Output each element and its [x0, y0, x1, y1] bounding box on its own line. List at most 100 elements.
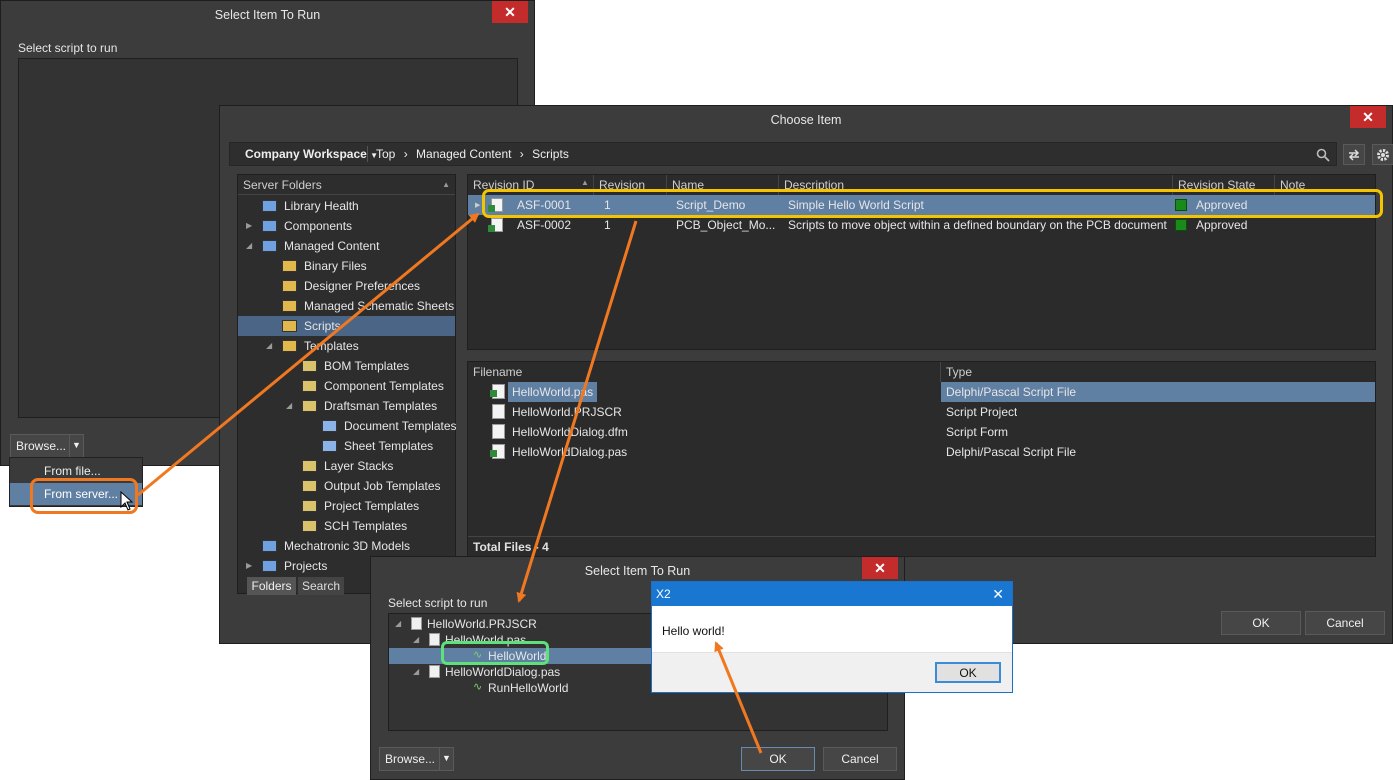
file-row[interactable]: HelloWorldDialog.dfm Script Form — [468, 422, 1375, 442]
browse-button[interactable]: Browse... ▼ — [10, 434, 84, 458]
breadcrumb-managed-content[interactable]: Managed Content — [416, 147, 511, 161]
folder-item[interactable]: Managed Schematic Sheets — [238, 296, 455, 316]
folder-item[interactable]: Component Templates — [238, 376, 455, 396]
folder-label: Component Templates — [324, 379, 444, 393]
file-row[interactable]: HelloWorldDialog.pas Delphi/Pascal Script… — [468, 442, 1375, 462]
folder-item[interactable]: ◢ Draftsman Templates — [238, 396, 455, 416]
helloworld-highlight — [441, 641, 549, 665]
file-type: Delphi/Pascal Script File — [946, 385, 1077, 399]
folder-item[interactable]: Output Job Templates — [238, 476, 455, 496]
folder-label: Binary Files — [304, 259, 367, 273]
script-tree-label: RunHelloWorld — [488, 681, 569, 695]
breadcrumb: Top › Managed Content › Scripts — [376, 143, 569, 165]
expand-toggle-icon[interactable]: ◢ — [266, 341, 272, 350]
expand-toggle-icon[interactable]: ◢ — [286, 401, 292, 410]
chevron-down-icon[interactable]: ▼ — [439, 748, 453, 770]
folder-item[interactable]: Mechatronic 3D Models — [238, 536, 455, 556]
folder-item[interactable]: Document Templates — [238, 416, 457, 436]
folder-icon — [282, 300, 297, 312]
folder-item[interactable]: BOM Templates — [238, 356, 455, 376]
folder-label: Managed Content — [284, 239, 380, 253]
cancel-button[interactable]: Cancel — [823, 747, 897, 771]
folder-item[interactable]: ◢ Templates — [238, 336, 455, 356]
script-procedure-icon: ∿ — [473, 681, 483, 693]
folder-label: Document Templates — [344, 419, 457, 433]
folder-item[interactable]: SCH Templates — [238, 516, 455, 536]
folder-item[interactable]: Binary Files — [238, 256, 455, 276]
folder-label: Templates — [304, 339, 359, 353]
folder-label: BOM Templates — [324, 359, 410, 373]
close-button[interactable]: ✕ — [492, 1, 528, 23]
folder-icon — [282, 280, 297, 292]
pascal-file-icon — [429, 665, 440, 678]
file-row[interactable]: HelloWorld.PRJSCR Script Project — [468, 402, 1375, 422]
pascal-file-icon — [490, 444, 505, 459]
item-row-highlight — [482, 189, 1383, 218]
expand-toggle-icon[interactable]: ◢ — [413, 667, 419, 676]
expand-toggle-icon[interactable]: ▶ — [246, 561, 252, 570]
folder-item[interactable]: Designer Preferences — [238, 276, 455, 296]
tab-folders[interactable]: Folders — [247, 577, 296, 595]
message-ok-button[interactable]: OK — [935, 662, 1001, 683]
ok-button[interactable]: OK — [1221, 611, 1301, 635]
item-description: Scripts to move object within a defined … — [788, 218, 1167, 232]
settings-button[interactable] — [1372, 144, 1393, 165]
folder-icon — [302, 400, 317, 412]
col-type[interactable]: Type — [941, 362, 1375, 382]
item-state: Approved — [1196, 218, 1248, 232]
expand-toggle-icon[interactable]: ▶ — [475, 201, 480, 209]
document-icon — [492, 424, 505, 439]
col-filename[interactable]: Filename — [468, 362, 941, 382]
folder-icon — [282, 260, 297, 272]
breadcrumb-scripts[interactable]: Scripts — [532, 147, 569, 161]
message-box-title: X2 — [656, 587, 671, 601]
browse-label: Browse... — [16, 439, 67, 453]
browse-button[interactable]: Browse... ▼ — [379, 747, 454, 771]
tab-search[interactable]: Search — [298, 577, 344, 595]
folder-item[interactable]: Scripts — [238, 316, 455, 336]
expand-toggle-icon[interactable]: ▶ — [246, 221, 252, 230]
sort-up-icon: ▲ — [442, 180, 450, 189]
chevron-right-icon: › — [519, 147, 524, 161]
folder-item[interactable]: Library Health — [238, 196, 455, 216]
refresh-button[interactable] — [1343, 144, 1365, 165]
script-tree-label: HelloWorldDialog.pas — [445, 665, 561, 679]
folder-icon — [282, 340, 297, 352]
gear-icon — [1377, 149, 1389, 161]
cancel-button[interactable]: Cancel — [1305, 611, 1385, 635]
ok-button[interactable]: OK — [741, 747, 815, 771]
chevron-down-icon[interactable]: ▼ — [69, 435, 83, 457]
folders-tree: Library Health ▶ Components ◢ Managed Conten… — [238, 196, 457, 576]
search-icon[interactable] — [1316, 148, 1330, 162]
file-type: Delphi/Pascal Script File — [946, 445, 1077, 459]
dialog-title: Select Item To Run — [1, 1, 534, 29]
folder-item[interactable]: ▶ Components — [238, 216, 455, 236]
folder-icon — [262, 560, 277, 572]
folder-item[interactable]: ◢ Managed Content — [238, 236, 455, 256]
close-icon[interactable]: ✕ — [992, 582, 1004, 606]
workspace-selector[interactable]: Company Workspace ▼ — [245, 143, 378, 165]
expand-toggle-icon[interactable]: ◢ — [395, 619, 401, 628]
folder-label: SCH Templates — [324, 519, 408, 533]
folder-icon — [322, 420, 337, 432]
folder-icon — [282, 320, 297, 332]
file-type: Script Form — [946, 425, 1009, 439]
file-type: Script Project — [946, 405, 1018, 419]
message-box-footer: OK — [652, 652, 1012, 692]
folder-icon — [302, 380, 317, 392]
file-row[interactable]: HelloWorld.pas Delphi/Pascal Script File — [468, 382, 1375, 402]
close-button[interactable]: ✕ — [862, 557, 898, 579]
folder-icon — [302, 500, 317, 512]
folder-icon — [302, 480, 317, 492]
folder-item[interactable]: Layer Stacks — [238, 456, 455, 476]
expand-toggle-icon[interactable]: ◢ — [413, 635, 419, 644]
script-badge-icon — [488, 225, 495, 232]
folder-item[interactable]: Project Templates — [238, 496, 455, 516]
breadcrumb-top[interactable]: Top — [376, 147, 395, 161]
message-box: X2 ✕ Hello world! OK — [651, 581, 1013, 693]
expand-toggle-icon[interactable]: ◢ — [246, 241, 252, 250]
folder-label: Mechatronic 3D Models — [284, 539, 411, 553]
item-row[interactable]: ASF-0002 1 PCB_Object_Mo... Scripts to move… — [468, 215, 1375, 235]
close-button[interactable]: ✕ — [1350, 106, 1386, 128]
folder-item[interactable]: Sheet Templates — [238, 436, 455, 456]
